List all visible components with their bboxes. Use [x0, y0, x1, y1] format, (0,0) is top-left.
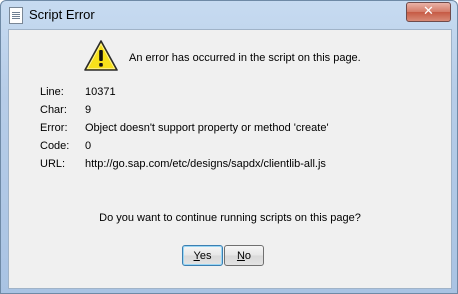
- detail-value: Object doesn't support property or metho…: [85, 122, 329, 134]
- yes-label-rest: es: [199, 250, 212, 262]
- document-icon: [9, 7, 23, 24]
- detail-label: Error:: [40, 122, 68, 134]
- window-title: Script Error: [29, 7, 95, 22]
- error-message: An error has occurred in the script on t…: [129, 52, 361, 64]
- detail-label: Char:: [40, 104, 67, 116]
- close-button[interactable]: ✕: [406, 2, 451, 22]
- script-error-dialog: Script Error ✕ An error has occurred in …: [0, 0, 458, 294]
- detail-value: 0: [85, 140, 92, 152]
- no-button[interactable]: No: [224, 245, 264, 266]
- detail-value: 9: [85, 104, 92, 116]
- detail-value: http://go.sap.com/etc/designs/sapdx/clie…: [85, 158, 326, 170]
- detail-label: Code:: [40, 140, 70, 152]
- dialog-body: An error has occurred in the script on t…: [8, 29, 452, 289]
- continue-question: Do you want to continue running scripts …: [99, 212, 361, 224]
- title-bar[interactable]: Script Error ✕: [1, 1, 457, 29]
- yes-button[interactable]: Yes: [182, 245, 223, 266]
- no-label-rest: o: [244, 250, 252, 262]
- no-mnemonic: N: [236, 250, 245, 262]
- detail-value: 10371: [85, 86, 116, 98]
- warning-icon: [84, 40, 118, 71]
- detail-label: Line:: [40, 86, 64, 98]
- detail-label: URL:: [40, 158, 66, 170]
